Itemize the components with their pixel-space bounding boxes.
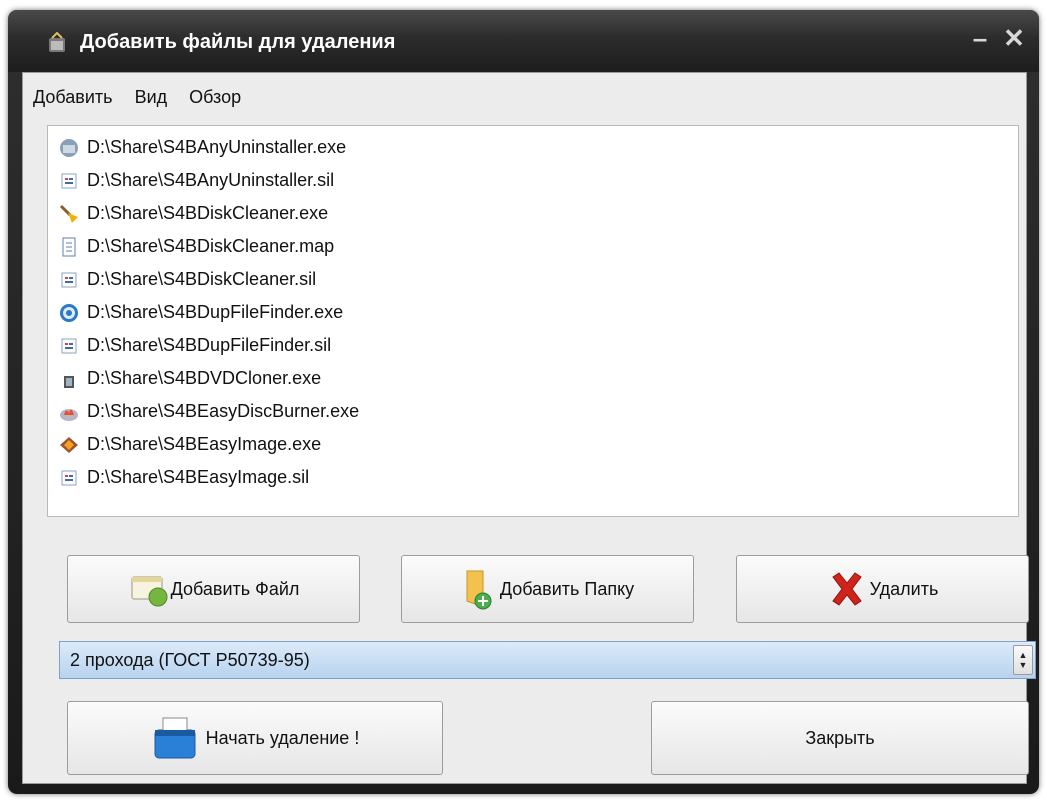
- list-item[interactable]: D:\Share\S4BEasyImage.exe: [58, 428, 998, 461]
- disc-burner-icon: [60, 408, 78, 421]
- close-window-button[interactable]: ✕: [999, 24, 1029, 52]
- file-path: D:\Share\S4BDupFileFinder.exe: [87, 302, 344, 322]
- start-deletion-label: Начать удаление !: [205, 727, 360, 748]
- uninstaller-app-icon: [60, 138, 78, 157]
- file-path: D:\Share\S4BDiskCleaner.map: [87, 236, 335, 256]
- file-path: D:\Share\S4BEasyImage.exe: [87, 434, 322, 454]
- list-item[interactable]: D:\Share\S4BDupFileFinder.exe: [58, 296, 998, 329]
- dvd-cloner-icon: [64, 375, 74, 388]
- minimize-button[interactable]: –: [965, 24, 995, 52]
- add-folder-label: Добавить Папку: [499, 578, 635, 599]
- start-deletion-button[interactable]: Начать удаление !: [67, 701, 443, 775]
- add-file-icon: [131, 576, 168, 607]
- globe-icon: [60, 303, 78, 322]
- file-path: D:\Share\S4BEasyImage.sil: [87, 467, 310, 487]
- add-folder-button[interactable]: Добавить Папку: [401, 555, 694, 623]
- broom-icon: [59, 204, 78, 223]
- list-item[interactable]: D:\Share\S4BDiskCleaner.sil: [58, 263, 998, 296]
- wipe-method-value: 2 прохода (ГОСТ Р50739-95): [70, 649, 310, 670]
- window-title: Добавить файлы для удаления: [80, 31, 396, 53]
- easy-image-icon: [60, 436, 78, 453]
- close-label: Закрыть: [805, 727, 875, 748]
- add-folder-icon: [466, 570, 492, 610]
- app-icon: [49, 32, 65, 52]
- title-bar[interactable]: Добавить файлы для удаления – ✕: [8, 10, 1039, 72]
- red-x-icon: [831, 572, 862, 606]
- list-item[interactable]: D:\Share\S4BAnyUninstaller.sil: [58, 164, 998, 197]
- file-path: D:\Share\S4BDupFileFinder.sil: [87, 335, 332, 355]
- menu-add[interactable]: Добавить: [33, 87, 113, 113]
- chevron-down-icon: ▼: [1018, 660, 1028, 670]
- list-item[interactable]: D:\Share\S4BEasyDiscBurner.exe: [58, 395, 998, 428]
- list-item[interactable]: D:\Share\S4BAnyUninstaller.exe: [58, 131, 998, 164]
- dialog-client-area: Добавить Вид Обзор D:\Share\S4BAnyUninst…: [22, 72, 1036, 784]
- sil-file-icon: [61, 470, 77, 485]
- delete-label: Удалить: [869, 578, 939, 599]
- file-path: D:\Share\S4BDiskCleaner.sil: [87, 269, 317, 289]
- file-path: D:\Share\S4BAnyUninstaller.exe: [87, 137, 347, 157]
- add-file-label: Добавить Файл: [170, 578, 300, 599]
- chevron-up-icon: ▲: [1018, 650, 1028, 660]
- menu-browse[interactable]: Обзор: [189, 87, 241, 113]
- list-item[interactable]: D:\Share\S4BDVDCloner.exe: [58, 362, 998, 395]
- dialog-window: Добавить файлы для удаления – ✕ Добавить…: [8, 10, 1039, 794]
- sil-file-icon: [61, 173, 77, 188]
- list-item[interactable]: D:\Share\S4BDiskCleaner.exe: [58, 197, 998, 230]
- wipe-method-select[interactable]: 2 прохода (ГОСТ Р50739-95) ▲ ▼: [59, 641, 1036, 679]
- select-spinner[interactable]: ▲ ▼: [1013, 645, 1033, 675]
- list-item[interactable]: D:\Share\S4BEasyImage.sil: [58, 461, 998, 494]
- close-button[interactable]: Закрыть: [651, 701, 1029, 775]
- add-file-button[interactable]: Добавить Файл: [67, 555, 360, 623]
- file-path: D:\Share\S4BEasyDiscBurner.exe: [87, 401, 360, 421]
- shredder-icon: [154, 717, 196, 759]
- text-document-icon: [62, 237, 76, 256]
- list-item[interactable]: D:\Share\S4BDupFileFinder.sil: [58, 329, 998, 362]
- menu-bar: Добавить Вид Обзор: [33, 87, 241, 113]
- menu-view[interactable]: Вид: [135, 87, 168, 113]
- list-item[interactable]: D:\Share\S4BDiskCleaner.map: [58, 230, 998, 263]
- file-list[interactable]: D:\Share\S4BAnyUninstaller.exe D:\Share\…: [47, 125, 1019, 517]
- file-path: D:\Share\S4BAnyUninstaller.sil: [87, 170, 335, 190]
- sil-file-icon: [61, 338, 77, 353]
- delete-button[interactable]: Удалить: [736, 555, 1029, 623]
- sil-file-icon: [61, 272, 77, 287]
- file-path: D:\Share\S4BDVDCloner.exe: [87, 368, 322, 388]
- file-path: D:\Share\S4BDiskCleaner.exe: [87, 203, 329, 223]
